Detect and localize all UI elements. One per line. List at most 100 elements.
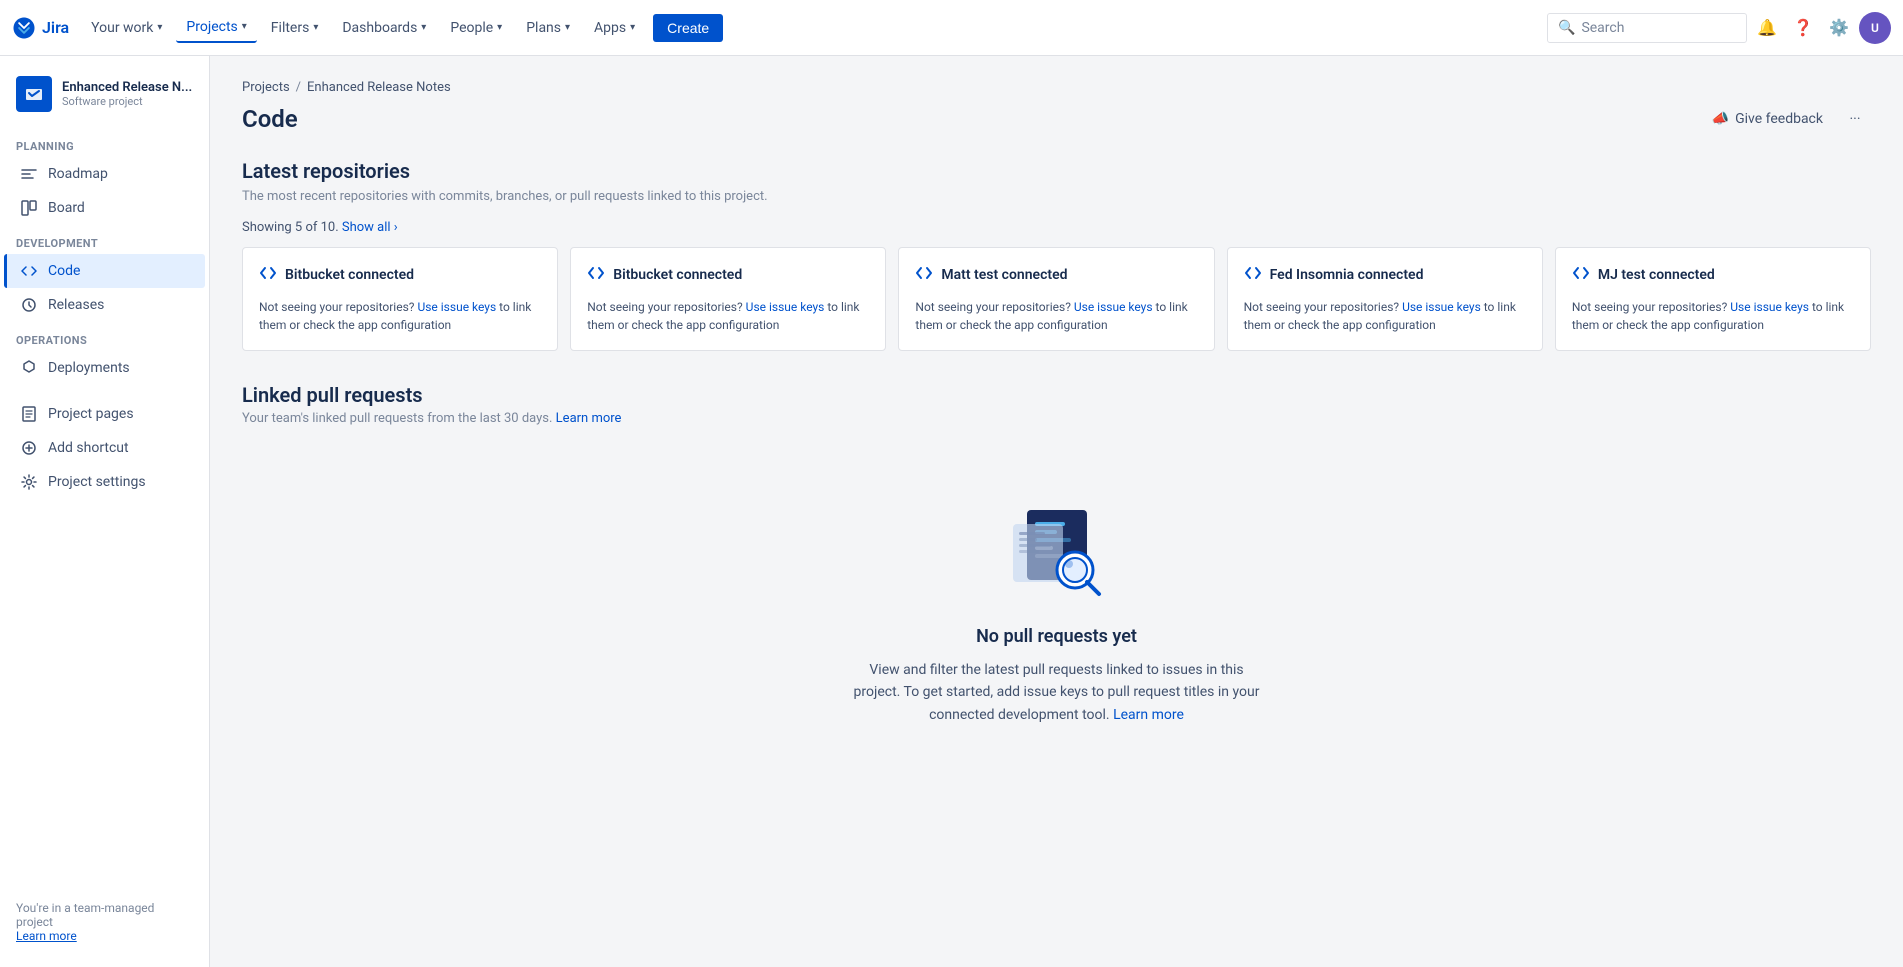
search-bar[interactable]: 🔍 Search [1547,13,1747,43]
repo-card-title: Bitbucket connected [285,267,414,283]
give-feedback-button[interactable]: 📣 Give feedback [1704,107,1831,131]
pr-empty-title: No pull requests yet [976,626,1137,647]
operations-section-label: OPERATIONS [0,322,209,351]
repo-card-body: Not seeing your repositories? Use issue … [259,298,541,334]
repo-card-4: MJ test connected Not seeing your reposi… [1555,247,1871,351]
team-note: You're in a team-managed project [16,901,154,929]
repo-card-title: Matt test connected [941,267,1067,283]
use-issue-keys-link[interactable]: Use issue keys [1730,300,1809,314]
sidebar-item-code[interactable]: Code [4,254,205,288]
sidebar-item-label: Deployments [48,360,130,376]
user-avatar[interactable]: U [1859,12,1891,44]
sidebar-item-board[interactable]: Board [4,191,205,225]
repo-cards-list: Bitbucket connected Not seeing your repo… [242,247,1871,351]
pr-empty-learn-more-link[interactable]: Learn more [1113,707,1184,723]
project-info: Enhanced Release N... Software project [62,80,192,108]
project-name: Enhanced Release N... [62,80,192,95]
showing-count: Showing 5 of 10. Show all › [242,220,1871,235]
settings-button[interactable]: ⚙️ [1823,12,1855,44]
repo-card-1: Bitbucket connected Not seeing your repo… [570,247,886,351]
project-type: Software project [62,95,192,108]
pr-empty-desc: View and filter the latest pull requests… [847,659,1267,726]
page-title: Code [242,105,298,133]
pr-empty-illustration [997,502,1117,602]
create-button[interactable]: Create [653,14,723,42]
code-icon [20,262,38,280]
sidebar-bottom: You're in a team-managed project Learn m… [0,889,209,955]
chevron-down-icon: ▾ [565,22,570,33]
show-all-link[interactable]: Show all › [342,220,398,235]
sidebar: Enhanced Release N... Software project P… [0,56,210,967]
use-issue-keys-link[interactable]: Use issue keys [1074,300,1153,314]
sidebar-item-deployments[interactable]: Deployments [4,351,205,385]
repo-card-body: Not seeing your repositories? Use issue … [915,298,1197,334]
jira-logo[interactable]: Jira [12,16,69,40]
repo-card-title: Fed Insomnia connected [1270,267,1424,283]
nav-dashboards[interactable]: Dashboards ▾ [332,14,436,42]
repo-card-title: MJ test connected [1598,267,1715,283]
nav-your-work[interactable]: Your work ▾ [81,14,172,42]
more-options-button[interactable]: ··· [1839,103,1871,135]
sidebar-item-label: Code [48,263,80,279]
sidebar-project[interactable]: Enhanced Release N... Software project [0,68,209,128]
breadcrumb-project-name[interactable]: Enhanced Release Notes [307,80,451,95]
sidebar-item-label: Roadmap [48,166,108,182]
chevron-down-icon: ▾ [313,22,318,33]
pull-requests-section: Linked pull requests Your team's linked … [242,383,1871,786]
sidebar-item-roadmap[interactable]: Roadmap [4,157,205,191]
use-issue-keys-link[interactable]: Use issue keys [417,300,496,314]
sidebar-item-label: Project pages [48,406,134,422]
sidebar-item-label: Board [48,200,85,216]
breadcrumb: Projects / Enhanced Release Notes [242,80,1871,95]
nav-filters[interactable]: Filters ▾ [261,14,329,42]
use-issue-keys-link[interactable]: Use issue keys [1402,300,1481,314]
chevron-down-icon: ▾ [630,22,635,33]
top-navigation: Jira Your work ▾ Projects ▾ Filters ▾ Da… [0,0,1903,56]
repo-card-header: Fed Insomnia connected [1244,264,1526,286]
repo-card-body: Not seeing your repositories? Use issue … [1244,298,1526,334]
nav-plans[interactable]: Plans ▾ [516,14,580,42]
latest-repositories-section: Latest repositories The most recent repo… [242,159,1871,351]
breadcrumb-separator: / [296,80,301,95]
sidebar-item-add-shortcut[interactable]: Add shortcut [4,431,205,465]
deployments-icon [20,359,38,377]
nav-apps[interactable]: Apps ▾ [584,14,645,42]
notifications-button[interactable]: 🔔 [1751,12,1783,44]
pr-section-subtitle: Your team's linked pull requests from th… [242,411,1871,426]
settings-icon [20,473,38,491]
chevron-down-icon: ▾ [497,22,502,33]
repo-card-header: Bitbucket connected [587,264,869,286]
learn-more-link[interactable]: Learn more [16,929,77,943]
repo-card-body: Not seeing your repositories? Use issue … [1572,298,1854,334]
roadmap-icon [20,165,38,183]
megaphone-icon: 📣 [1712,111,1729,127]
chevron-down-icon: ▾ [242,21,247,32]
repo-card-body: Not seeing your repositories? Use issue … [587,298,869,334]
shortcut-icon [20,439,38,457]
breadcrumb-projects[interactable]: Projects [242,80,290,95]
main-content: Projects / Enhanced Release Notes Code 📣… [210,56,1903,967]
sidebar-item-releases[interactable]: Releases [4,288,205,322]
help-button[interactable]: ❓ [1787,12,1819,44]
use-issue-keys-link[interactable]: Use issue keys [746,300,825,314]
code-bracket-icon [259,264,277,286]
board-icon [20,199,38,217]
sidebar-item-label: Releases [48,297,104,313]
pages-icon [20,405,38,423]
code-bracket-icon [587,264,605,286]
sidebar-item-project-settings[interactable]: Project settings [4,465,205,499]
nav-people[interactable]: People ▾ [440,14,512,42]
code-bracket-icon [1244,264,1262,286]
jira-wordmark: Jira [42,18,69,37]
latest-repos-subtitle: The most recent repositories with commit… [242,189,1871,204]
sidebar-item-project-pages[interactable]: Project pages [4,397,205,431]
more-icon: ··· [1850,111,1861,127]
nav-projects[interactable]: Projects ▾ [176,13,256,43]
repo-card-2: Matt test connected Not seeing your repo… [898,247,1214,351]
pr-learn-more-link[interactable]: Learn more [556,411,622,426]
search-placeholder: Search [1581,20,1624,36]
chevron-down-icon: ▾ [421,22,426,33]
give-feedback-label: Give feedback [1735,111,1823,127]
code-bracket-icon [1572,264,1590,286]
repo-card-0: Bitbucket connected Not seeing your repo… [242,247,558,351]
